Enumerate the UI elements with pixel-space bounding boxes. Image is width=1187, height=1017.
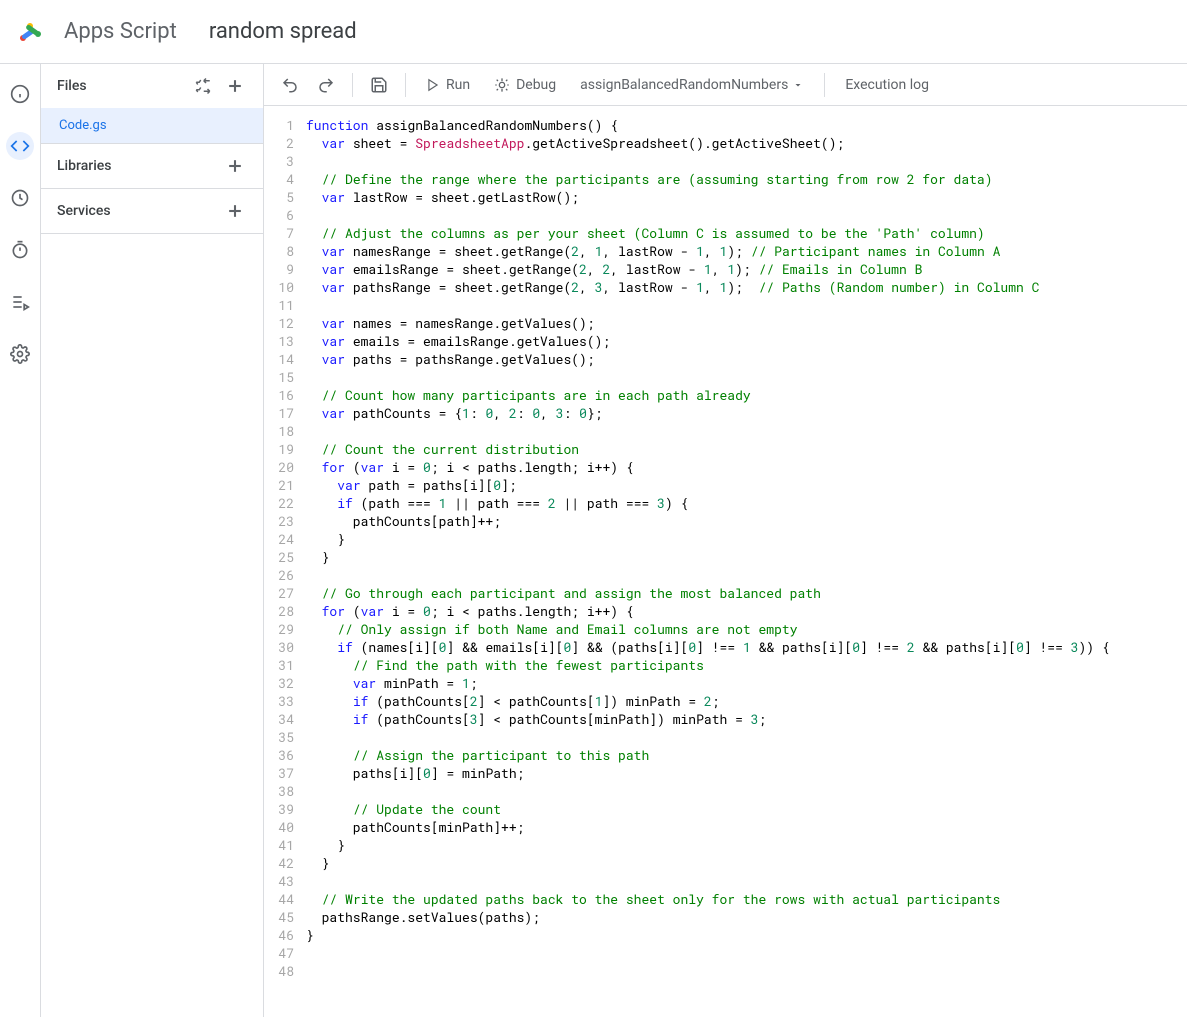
- project-name[interactable]: random spread: [209, 19, 357, 44]
- settings-icon[interactable]: [6, 340, 34, 368]
- editor-icon[interactable]: [6, 132, 34, 160]
- redo-icon[interactable]: [310, 69, 342, 101]
- add-service-icon[interactable]: [223, 199, 247, 223]
- files-label: Files: [57, 78, 87, 94]
- triggers-icon[interactable]: [6, 184, 34, 212]
- play-icon: [426, 78, 440, 92]
- libraries-label: Libraries: [57, 158, 111, 174]
- app-name: Apps Script: [64, 19, 177, 44]
- line-gutter: 1234567891011121314151617181920212223242…: [264, 116, 306, 1017]
- services-label: Services: [57, 203, 111, 219]
- sort-files-icon[interactable]: [191, 74, 215, 98]
- overview-icon[interactable]: [6, 80, 34, 108]
- debug-button[interactable]: Debug: [484, 69, 566, 101]
- function-selector[interactable]: assignBalancedRandomNumbers: [570, 77, 814, 93]
- apps-script-logo-icon: [16, 18, 44, 46]
- undo-icon[interactable]: [274, 69, 306, 101]
- run-label: Run: [446, 77, 470, 93]
- left-rail: [0, 64, 40, 1017]
- executions-icon[interactable]: [6, 236, 34, 264]
- top-bar: Apps Script random spread: [0, 0, 1187, 64]
- libraries-header: Libraries: [41, 144, 263, 188]
- run-button[interactable]: Run: [416, 69, 480, 101]
- main-layout: Files Code.gs Libraries: [0, 64, 1187, 1017]
- chevron-down-icon: [792, 79, 804, 91]
- services-header: Services: [41, 189, 263, 233]
- function-name: assignBalancedRandomNumbers: [580, 77, 788, 93]
- add-file-icon[interactable]: [223, 74, 247, 98]
- toolbar-separator: [352, 73, 353, 97]
- toolbar-separator: [405, 73, 406, 97]
- code-content[interactable]: function assignBalancedRandomNumbers() {…: [306, 116, 1187, 1017]
- executions-list-icon[interactable]: [6, 288, 34, 316]
- editor-main: Run Debug assignBalancedRandomNumbers Ex…: [264, 64, 1187, 1017]
- debug-label: Debug: [516, 77, 556, 93]
- toolbar-separator: [824, 73, 825, 97]
- file-item-code-gs[interactable]: Code.gs: [41, 108, 263, 143]
- execution-log-button[interactable]: Execution log: [835, 69, 939, 101]
- bug-icon: [494, 77, 510, 93]
- save-icon[interactable]: [363, 69, 395, 101]
- add-library-icon[interactable]: [223, 154, 247, 178]
- editor-toolbar: Run Debug assignBalancedRandomNumbers Ex…: [264, 64, 1187, 106]
- files-header: Files: [41, 64, 263, 108]
- files-sidebar: Files Code.gs Libraries: [40, 64, 264, 1017]
- code-editor[interactable]: 1234567891011121314151617181920212223242…: [264, 106, 1187, 1017]
- execution-log-label: Execution log: [845, 77, 929, 93]
